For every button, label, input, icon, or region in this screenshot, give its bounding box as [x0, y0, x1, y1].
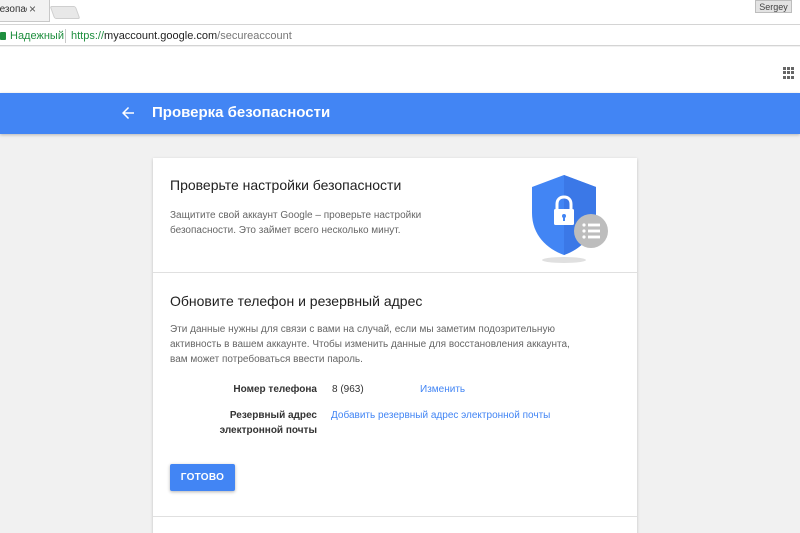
- page-title: Проверка безопасности: [152, 104, 331, 121]
- url-text[interactable]: https://myaccount.google.com/secureaccou…: [71, 30, 292, 42]
- tab-strip: Безопасность × Sergey: [0, 0, 800, 24]
- url-host: myaccount.google.com: [104, 30, 218, 42]
- address-bar[interactable]: Надежный https://myaccount.google.com/se…: [0, 24, 800, 46]
- section-divider: [153, 272, 637, 273]
- section-divider-bottom: [153, 516, 637, 517]
- tab-title: Безопасность: [0, 4, 27, 15]
- done-button[interactable]: ГОТОВО: [170, 464, 235, 491]
- google-bar: [0, 47, 800, 93]
- apps-grid-icon[interactable]: [783, 67, 795, 79]
- change-phone-link[interactable]: Изменить: [420, 382, 465, 397]
- profile-badge[interactable]: Sergey: [755, 0, 792, 13]
- url-scheme: https://: [71, 30, 105, 42]
- add-recovery-email-link[interactable]: Добавить резервный адрес электронной поч…: [331, 408, 550, 423]
- secure-label: Надежный: [10, 30, 64, 42]
- arrow-left-icon[interactable]: [119, 104, 137, 122]
- tab-security[interactable]: Безопасность ×: [0, 0, 50, 22]
- intro-title: Проверьте настройки безопасности: [170, 177, 402, 193]
- recovery-title: Обновите телефон и резервный адрес: [170, 293, 423, 309]
- lock-icon: [0, 32, 6, 40]
- shield-lock-icon: [532, 175, 608, 263]
- new-tab-button[interactable]: [49, 6, 81, 19]
- recovery-description: Эти данные нужны для связи с вами на слу…: [170, 324, 570, 365]
- secure-indicator[interactable]: Надежный: [0, 29, 64, 43]
- url-path: /secureaccount: [217, 30, 292, 42]
- phone-label: Номер телефона: [233, 384, 317, 395]
- recovery-email-label: Резервный адрес электронной почты: [219, 410, 317, 436]
- tab-close-icon[interactable]: ×: [29, 2, 36, 16]
- intro-description: Защитите свой аккаунт Google – проверьте…: [170, 210, 422, 236]
- address-separator: [65, 29, 66, 43]
- phone-value: 8 (963): [332, 384, 364, 395]
